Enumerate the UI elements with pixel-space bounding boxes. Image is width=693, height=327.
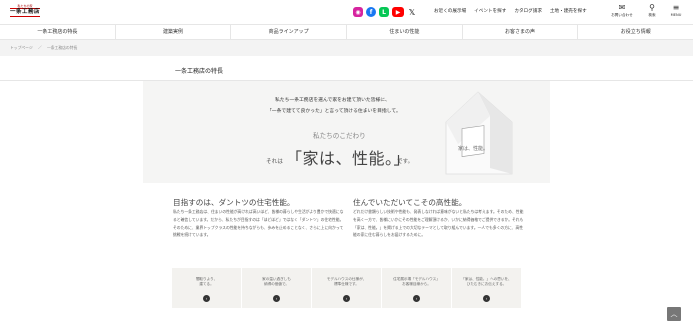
feature-card-text: 家の温い過ぎしも 納得の価値で。 xyxy=(262,277,291,286)
hero-suffix: です。 xyxy=(397,159,414,165)
feature-card-text: モデルハウスの仕様が、 標準仕様です。 xyxy=(326,277,367,286)
hero-intro-line1: 私たち一条工務店を選んで家をお建て頂いた皆様に、 xyxy=(275,98,390,103)
contact-button[interactable]: ✉ お問い合わせ xyxy=(610,3,634,18)
youtube-icon[interactable]: ▶ xyxy=(392,7,404,17)
breadcrumb-current: 一条工務店の特長 xyxy=(46,45,78,50)
nav-voices[interactable]: お客さまの声 xyxy=(463,25,579,39)
menu-button[interactable]: ≡ MENU xyxy=(664,3,688,17)
column-body-2: どれだけ書類らしい技術や性能も、発表しなければ意味がないと私たちは考えます。その… xyxy=(353,209,524,238)
arrow-icon: › xyxy=(483,295,490,302)
nav-performance[interactable]: 住まいの性能 xyxy=(347,25,463,39)
breadcrumb-separator: ／ xyxy=(37,45,42,50)
feature-card[interactable]: 住宅展示場「モデルハウス」 お客様目線から。 › xyxy=(382,268,452,308)
feature-card-text: 「家は、性能。」への思いを、 ひたむきにお伝えする。 xyxy=(461,277,512,286)
x-icon[interactable]: 𝕏 xyxy=(407,7,417,17)
nav-lineup[interactable]: 商品ラインアップ xyxy=(231,25,348,39)
column-body-1: 私たち一条工務店は、住まいの性能が高ければ高いほど、皆様の暮らしや生活がより豊か… xyxy=(173,209,344,238)
search-button[interactable]: ⚲ 検索 xyxy=(640,3,664,18)
facebook-icon[interactable]: f xyxy=(366,7,376,17)
feature-card-text: 住宅展示場「モデルハウス」 お客様目線から。 xyxy=(393,277,440,286)
global-nav: 一条工務店の特長 建築実例 商品ラインアップ 住まいの性能 お客さまの声 お役立… xyxy=(0,24,693,40)
feature-card[interactable]: 「家は、性能。」への思いを、 ひたむきにお伝えする。 › xyxy=(452,268,521,308)
mail-icon: ✉ xyxy=(618,3,626,12)
house-illustration: 家は、性能。 xyxy=(445,91,513,175)
feature-card[interactable]: 間取りより、 建てる。 › xyxy=(172,268,242,308)
menu-label: MENU xyxy=(670,13,682,17)
feature-card[interactable]: モデルハウスの仕様が、 標準仕様です。 › xyxy=(312,268,382,308)
hero-intro-line2: 「一条で建てて良かった」と言って頂ける住まいを目指して。 xyxy=(267,109,401,114)
page-title: 一条工務店の特長 xyxy=(175,68,224,75)
nav-info[interactable]: お役立ち情報 xyxy=(578,25,693,39)
line-icon[interactable]: L xyxy=(379,7,389,17)
utility-links: お近くの展示場 イベントを探す カタログ請求 土地・建売を探す xyxy=(434,8,587,14)
column-heading-1: 目指すのは、ダントツの住宅性能。 xyxy=(173,198,295,207)
breadcrumb-home[interactable]: トップページ xyxy=(10,45,33,50)
link-events[interactable]: イベントを探す xyxy=(474,8,506,14)
arrow-icon: › xyxy=(203,295,210,302)
site-logo[interactable]: 私たちの家 一条工務店 xyxy=(10,4,40,20)
page-top-button[interactable]: ︿ xyxy=(667,307,681,321)
hero-subheading: 私たちのこだわり xyxy=(313,132,366,140)
house-sign-text: 家は、性能。 xyxy=(458,145,488,152)
feature-card-text: 間取りより、 建てる。 xyxy=(195,277,218,286)
search-label: 検索 xyxy=(648,13,656,17)
hero-prefix: それは xyxy=(266,159,283,165)
feature-card[interactable]: 家の温い過ぎしも 納得の価値で。 › xyxy=(242,268,312,308)
breadcrumb-bar: トップページ ／ 一条工務店の特長 xyxy=(0,40,693,56)
hero-catchphrase: 「家は、性能。」 xyxy=(286,149,411,168)
social-links: ◉ f L ▶ 𝕏 xyxy=(353,7,417,17)
column-heading-2: 住んでいただいてこその高性能。 xyxy=(353,198,467,207)
arrow-icon: › xyxy=(343,295,350,302)
link-catalog[interactable]: カタログ請求 xyxy=(514,8,542,14)
nav-features[interactable]: 一条工務店の特長 xyxy=(0,25,116,39)
contact-label: お問い合わせ xyxy=(611,13,633,17)
arrow-icon: › xyxy=(273,295,280,302)
logo-text: 一条工務店 xyxy=(10,8,41,17)
nav-examples[interactable]: 建築実例 xyxy=(116,25,232,39)
instagram-icon[interactable]: ◉ xyxy=(353,7,363,17)
link-land[interactable]: 土地・建売を探す xyxy=(550,8,587,14)
feature-cards: 間取りより、 建てる。 › 家の温い過ぎしも 納得の価値で。 › モデルハウスの… xyxy=(172,268,521,308)
hamburger-icon: ≡ xyxy=(672,3,680,12)
link-showroom[interactable]: お近くの展示場 xyxy=(434,8,466,14)
search-icon: ⚲ xyxy=(649,3,655,12)
arrow-icon: › xyxy=(413,295,420,302)
site-header: 私たちの家 一条工務店 ◉ f L ▶ 𝕏 お近くの展示場 イベントを探す カタ… xyxy=(0,0,693,24)
breadcrumb: トップページ ／ 一条工務店の特長 xyxy=(10,45,81,51)
